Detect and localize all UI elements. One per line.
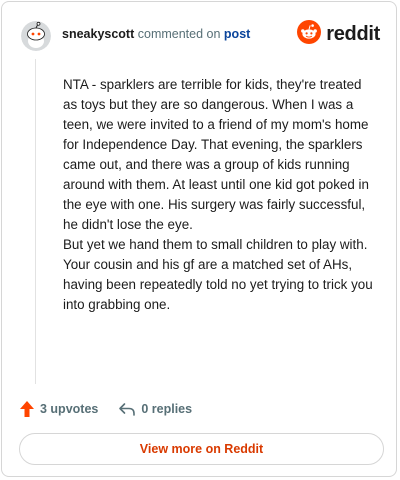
post-link[interactable]: post — [224, 27, 250, 41]
username-link[interactable]: sneakyscott — [62, 27, 134, 41]
view-more-button[interactable]: View more on Reddit — [19, 433, 384, 465]
comment-paragraph: But yet we hand them to small children t… — [63, 237, 368, 252]
commented-on-text: commented on — [137, 27, 221, 41]
view-more-label: View more on Reddit — [139, 442, 264, 456]
reply-count: 0 replies — [141, 402, 193, 416]
comment-paragraph: Your cousin and his gf are a matched set… — [63, 257, 373, 312]
comment-header: sneakyscott commented on post reddit — [21, 19, 380, 52]
upvote-count: 3 upvotes — [40, 402, 99, 416]
reddit-brand[interactable]: reddit — [297, 19, 380, 49]
reddit-wordmark: reddit — [326, 22, 380, 45]
upvote-arrow-icon — [19, 400, 35, 418]
replies-button[interactable]: 0 replies — [118, 401, 192, 417]
comment-embed-card: sneakyscott commented on post reddit NTA… — [1, 1, 397, 477]
reply-arrow-icon — [118, 401, 136, 417]
reddit-logo-icon — [297, 19, 322, 49]
comment-body: NTA - sparklers are terrible for kids, t… — [63, 75, 378, 315]
upvote-button[interactable]: 3 upvotes — [19, 400, 98, 418]
comment-paragraph: NTA - sparklers are terrible for kids, t… — [63, 77, 369, 232]
snoo-avatar-icon[interactable] — [21, 21, 51, 51]
comment-actions: 3 upvotes 0 replies — [19, 399, 192, 419]
comment-meta: sneakyscott commented on post — [62, 26, 250, 42]
thread-line — [35, 59, 36, 384]
